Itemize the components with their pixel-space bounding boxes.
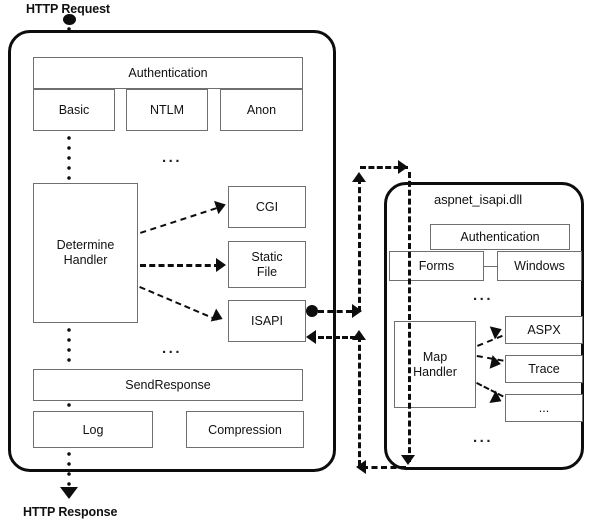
http-response-flow-line [67, 449, 71, 491]
aspnet-auth-provider-windows: Windows [497, 251, 582, 281]
handler-isapi-box: ISAPI [228, 300, 306, 342]
sendresponse-to-log-flow-line [67, 400, 71, 412]
handler-to-sendresponse-flow-line [67, 325, 71, 367]
auth-provider-anon: Anon [220, 89, 303, 131]
aspnet-return-bottom-bus [362, 466, 406, 469]
determine-handler-box: Determine Handler [33, 183, 138, 323]
handler-cgi-box: CGI [228, 186, 306, 228]
aspnet-entry-riser [358, 178, 361, 312]
ellipsis-aspnet-auth: ... [473, 287, 494, 304]
aspnet-return-riser [358, 336, 361, 466]
map-handler-line2: Handler [413, 364, 457, 379]
determine-handler-line1: Determine [56, 238, 115, 252]
map-handler-box: Map Handler [394, 321, 476, 408]
auth-provider-ntlm: NTLM [126, 89, 208, 131]
handler-static-file-line1: Static [251, 249, 283, 264]
forms-windows-link [484, 266, 497, 267]
ellipsis-iis-handlers: ... [162, 340, 183, 357]
module-log-box: Log [33, 411, 153, 448]
module-compression-box: Compression [186, 411, 304, 448]
isapi-out-junction-dot [306, 305, 318, 317]
aspnet-handler-trace-box: Trace [505, 355, 583, 383]
arrowhead-static-file [216, 258, 226, 272]
http-response-label: HTTP Response [23, 505, 118, 519]
handler-static-file-box: Static File [228, 241, 306, 288]
map-handler-line1: Map [422, 349, 448, 364]
ellipsis-aspnet-handlers: ... [473, 429, 494, 446]
ellipsis-iis-auth: ... [162, 149, 183, 166]
determine-handler-line2: Handler [63, 253, 108, 267]
aspnet-entry-riser-arrowhead [352, 172, 366, 182]
aspnet-entry-top-arrowhead [398, 160, 408, 174]
isapi-out-dashed-segment [318, 310, 352, 313]
aspnet-isapi-title: aspnet_isapi.dll [434, 192, 523, 207]
aspnet-handler-other-box: ... [505, 394, 583, 422]
authentication-box: Authentication [33, 57, 303, 89]
aspnet-handler-aspx-box: ASPX [505, 316, 583, 344]
diagram-canvas: HTTP Request Authentication Basic NTLM A… [0, 0, 599, 527]
isapi-in-arrowhead [306, 330, 316, 344]
auth-provider-basic: Basic [33, 89, 115, 131]
isapi-in-dashed-segment [318, 336, 356, 339]
http-response-arrowhead [60, 487, 78, 499]
aspnet-internal-flow-line [408, 172, 411, 462]
handler-static-file-line2: File [256, 264, 278, 279]
aspnet-authentication-box: Authentication [430, 224, 570, 250]
connector-handler-to-static-file [140, 264, 220, 267]
send-response-box: SendResponse [33, 369, 303, 401]
aspnet-auth-provider-forms: Forms [389, 251, 484, 281]
aspnet-internal-flow-arrowhead [401, 455, 415, 465]
auth-to-handler-flow-line [67, 133, 71, 181]
